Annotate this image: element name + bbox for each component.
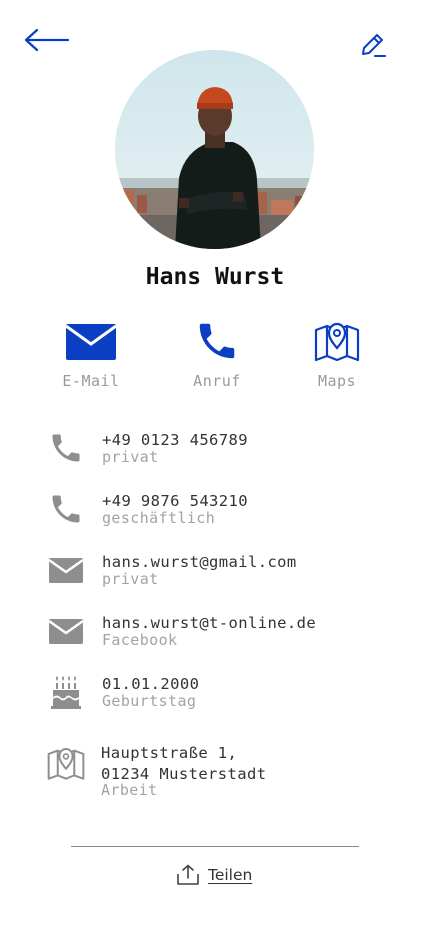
avatar — [115, 50, 314, 249]
quick-actions: E-Mail Anruf Maps — [0, 318, 430, 398]
envelope-icon — [49, 619, 83, 644]
share-label: Teilen — [208, 866, 253, 884]
map-icon — [47, 747, 85, 780]
pencil-icon — [362, 34, 386, 57]
email-action-label: E-Mail — [62, 372, 120, 390]
envelope-icon — [66, 324, 116, 360]
detail-row-phone-business[interactable]: +49 9876 543210 geschäftlich — [0, 481, 430, 537]
detail-row-birthday[interactable]: 01.01.2000 Geburtstag — [0, 664, 430, 720]
envelope-icon — [49, 558, 83, 583]
birthday-cake-icon — [51, 676, 81, 709]
back-button[interactable] — [22, 26, 72, 54]
detail-value: hans.wurst@gmail.com — [102, 553, 297, 571]
detail-value: Hauptstraße 1, 01234 Musterstadt — [101, 744, 267, 783]
call-action-label: Anruf — [193, 372, 241, 390]
phone-icon — [52, 434, 80, 462]
detail-row-email-facebook[interactable]: hans.wurst@t-online.de Facebook — [0, 603, 430, 659]
detail-row-email-private[interactable]: hans.wurst@gmail.com privat — [0, 542, 430, 598]
phone-icon — [52, 495, 80, 523]
edit-button[interactable] — [358, 30, 388, 60]
detail-type: Facebook — [102, 631, 178, 649]
contact-name: Hans Wurst — [145, 264, 285, 290]
detail-value: +49 0123 456789 — [102, 431, 248, 449]
maps-action-button[interactable]: Maps — [287, 318, 387, 390]
email-action-button[interactable]: E-Mail — [41, 318, 141, 390]
detail-type: Arbeit — [101, 781, 158, 799]
map-pin-icon — [314, 322, 360, 362]
detail-row-address[interactable]: Hauptstraße 1, 01234 Musterstadt Arbeit — [0, 733, 430, 799]
avatar-photo — [115, 50, 314, 249]
share-upload-icon — [177, 864, 199, 885]
detail-value: 01.01.2000 — [102, 675, 200, 693]
share-button[interactable]: Teilen — [176, 862, 252, 888]
call-action-button[interactable]: Anruf — [167, 318, 267, 390]
arrow-left-icon — [24, 28, 70, 52]
phone-icon — [199, 323, 235, 359]
detail-value: +49 9876 543210 — [102, 492, 248, 510]
detail-type: privat — [102, 448, 159, 466]
maps-action-label: Maps — [317, 372, 357, 390]
detail-type: privat — [102, 570, 159, 588]
detail-value: hans.wurst@t-online.de — [102, 614, 317, 632]
detail-type: Geburtstag — [102, 692, 197, 710]
detail-type: geschäftlich — [102, 509, 216, 527]
divider — [71, 846, 359, 847]
detail-row-phone-private[interactable]: +49 0123 456789 privat — [0, 420, 430, 476]
